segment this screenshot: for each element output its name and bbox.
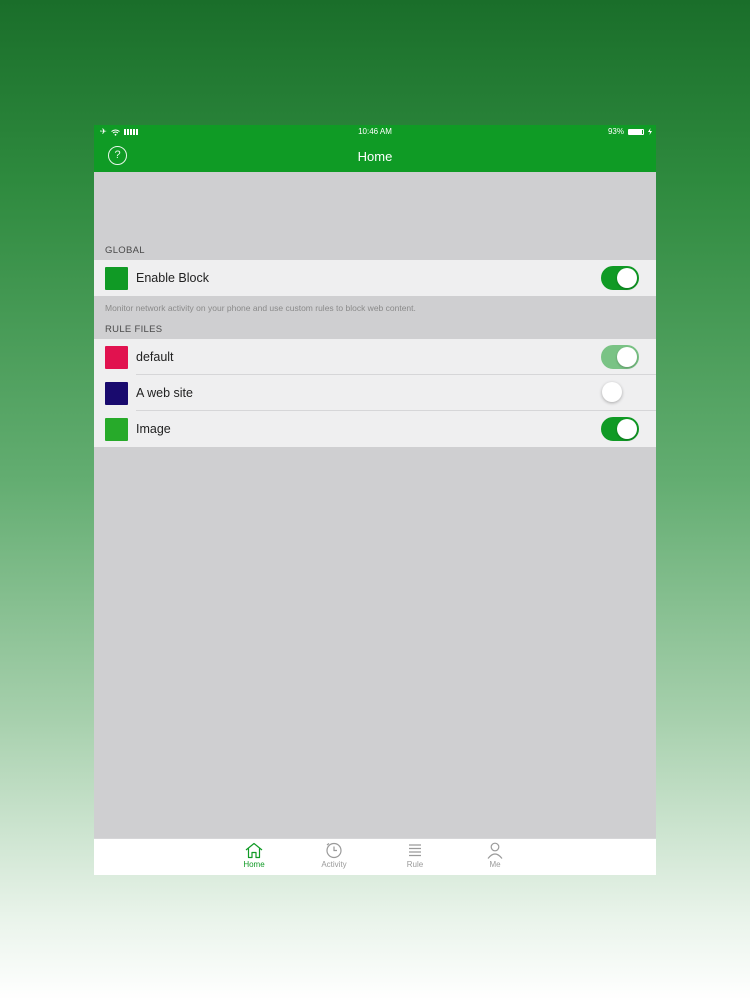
- rule-a-web-site-toggle[interactable]: [601, 381, 639, 405]
- cell-rule-image[interactable]: Image: [94, 411, 656, 447]
- charging-icon: [648, 128, 652, 135]
- cell-rule-default[interactable]: default: [94, 339, 656, 375]
- tab-rule[interactable]: Rule: [385, 842, 445, 869]
- color-swatch: [105, 381, 128, 405]
- toggle-knob: [617, 419, 637, 439]
- tab-label: Me: [489, 860, 501, 869]
- enable-block-toggle[interactable]: [601, 266, 639, 290]
- cell-label: Image: [136, 422, 171, 436]
- clock-icon: [326, 842, 342, 859]
- cell-enable-block[interactable]: Enable Block: [94, 260, 656, 296]
- tab-me[interactable]: Me: [465, 842, 525, 869]
- toggle-knob: [602, 382, 622, 402]
- cell-label: Enable Block: [136, 271, 209, 285]
- section-footer-global: Monitor network activity on your phone a…: [105, 303, 416, 313]
- color-swatch: [105, 345, 128, 369]
- status-time: 10:46 AM: [358, 127, 392, 136]
- page-title: Home: [357, 149, 393, 164]
- tab-label: Rule: [406, 860, 424, 869]
- section-header-rule-files: RULE FILES: [105, 324, 163, 335]
- color-swatch: [105, 266, 128, 290]
- status-right: 93%: [608, 127, 652, 136]
- tab-label: Activity: [321, 860, 347, 869]
- rule-image-toggle[interactable]: [601, 417, 639, 441]
- status-bar: ✈ 10:46 AM 93%: [94, 125, 656, 139]
- tab-activity[interactable]: Activity: [304, 842, 364, 869]
- nav-bar: ? Home: [94, 139, 656, 172]
- home-icon: [245, 842, 263, 859]
- battery-fill: [629, 129, 643, 134]
- cell-label: default: [136, 350, 174, 364]
- section-header-global: GLOBAL: [105, 245, 145, 256]
- tab-label: Home: [243, 860, 265, 869]
- app-screen: ✈ 10:46 AM 93% ? Home GLOBAL Enable Bloc…: [94, 125, 656, 875]
- battery-percent: 93%: [607, 127, 624, 136]
- cell-label: A web site: [136, 386, 193, 400]
- list-icon: [409, 844, 421, 857]
- toggle-knob: [617, 268, 637, 288]
- header: ✈ 10:46 AM 93% ? Home: [94, 125, 656, 172]
- rule-default-toggle[interactable]: [601, 345, 639, 369]
- top-spacer: [94, 172, 656, 241]
- tab-bar: Home Activity Rule Me: [94, 838, 656, 875]
- cell-rule-a-web-site[interactable]: A web site: [94, 375, 656, 411]
- battery-icon: [628, 128, 644, 135]
- tab-home[interactable]: Home: [224, 842, 284, 869]
- person-icon: [487, 842, 503, 859]
- color-swatch: [105, 417, 128, 441]
- toggle-knob: [617, 347, 637, 367]
